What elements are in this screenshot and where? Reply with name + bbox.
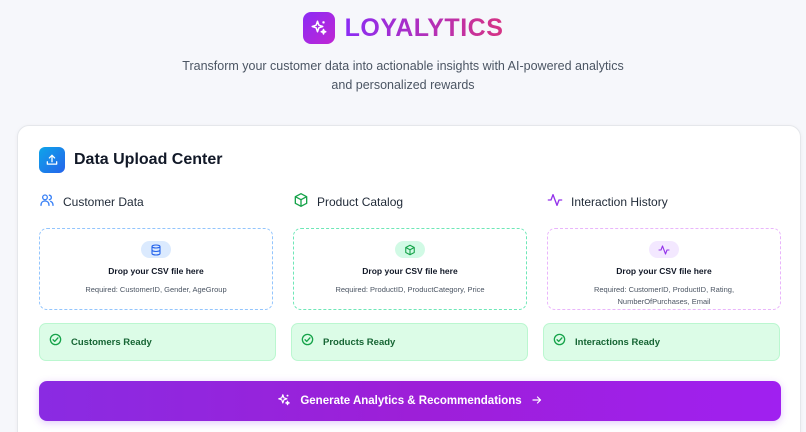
interaction-required-fields: Required: CustomerID, ProductID, Rating,… (584, 284, 744, 308)
check-circle-icon (301, 333, 314, 351)
customer-data-label: Customer Data (63, 195, 144, 209)
page-header: LOYALYTICS Transform your customer data … (0, 0, 806, 120)
users-icon (39, 192, 55, 213)
box-icon (395, 241, 425, 258)
tagline-line-1: Transform your customer data into action… (182, 59, 624, 73)
product-catalog-header: Product Catalog (293, 192, 527, 212)
customer-data-section: Customer Data Drop your CSV file here Re… (39, 192, 273, 310)
data-upload-card: Data Upload Center Customer Data Drop yo… (17, 125, 801, 432)
interaction-history-header: Interaction History (547, 192, 781, 212)
brand: LOYALYTICS (0, 12, 806, 44)
tagline-line-2: and personalized rewards (331, 78, 475, 92)
interactions-ready-badge: Interactions Ready (543, 323, 780, 361)
interactions-ready-label: Interactions Ready (575, 336, 660, 348)
customers-ready-label: Customers Ready (71, 336, 152, 348)
upload-icon (39, 147, 65, 173)
customer-drop-text: Drop your CSV file here (108, 266, 204, 276)
check-circle-icon (49, 333, 62, 351)
check-circle-icon (553, 333, 566, 351)
customers-ready-badge: Customers Ready (39, 323, 276, 361)
product-csv-dropzone[interactable]: Drop your CSV file here Required: Produc… (293, 228, 527, 310)
products-ready-badge: Products Ready (291, 323, 528, 361)
arrow-right-icon (531, 394, 543, 409)
customer-csv-dropzone[interactable]: Drop your CSV file here Required: Custom… (39, 228, 273, 310)
card-title: Data Upload Center (74, 151, 223, 168)
interaction-drop-text: Drop your CSV file here (616, 266, 712, 276)
sparkle-icon (277, 393, 291, 410)
generate-button-label: Generate Analytics & Recommendations (300, 395, 522, 407)
database-icon (141, 241, 171, 258)
products-ready-label: Products Ready (323, 336, 396, 348)
customer-required-fields: Required: CustomerID, Gender, AgeGroup (85, 285, 227, 294)
activity-icon (547, 192, 563, 213)
card-header: Data Upload Center (39, 147, 222, 173)
product-required-fields: Required: ProductID, ProductCategory, Pr… (335, 285, 485, 294)
product-catalog-section: Product Catalog Drop your CSV file here … (293, 192, 527, 310)
customer-data-header: Customer Data (39, 192, 273, 212)
interaction-history-section: Interaction History Drop your CSV file h… (547, 192, 781, 310)
interaction-history-label: Interaction History (571, 195, 668, 209)
product-catalog-label: Product Catalog (317, 195, 404, 209)
brand-name: LOYALYTICS (344, 13, 504, 42)
interaction-csv-dropzone[interactable]: Drop your CSV file here Required: Custom… (547, 228, 781, 310)
activity-icon (649, 241, 679, 258)
sparkle-logo-icon (302, 12, 335, 44)
interaction-required-line-2: NumberOfPurchases, Email (617, 297, 711, 306)
product-drop-text: Drop your CSV file here (362, 266, 458, 276)
tagline: Transform your customer data into action… (0, 57, 806, 95)
interaction-required-line-1: Required: CustomerID, ProductID, Rating, (593, 285, 735, 294)
box-icon (293, 192, 309, 213)
generate-analytics-button[interactable]: Generate Analytics & Recommendations (39, 381, 781, 421)
